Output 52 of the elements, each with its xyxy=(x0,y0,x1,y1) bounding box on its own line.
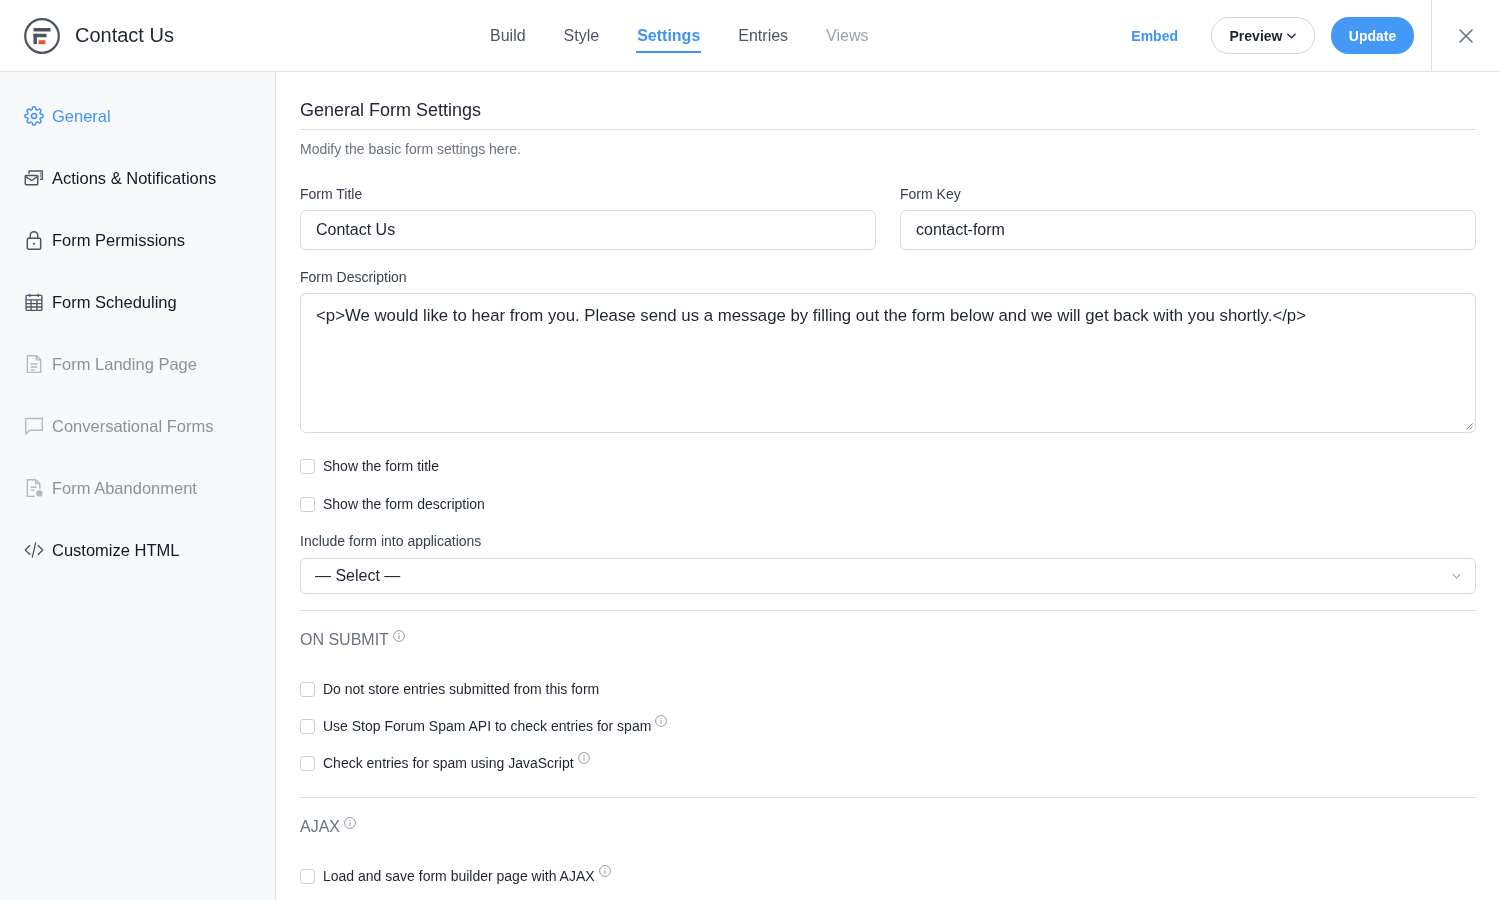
speech-bubble-icon xyxy=(24,416,44,436)
checkbox-label: Do not store entries submitted from this form xyxy=(323,681,600,697)
info-icon[interactable] xyxy=(655,715,668,727)
section-title: General Form Settings xyxy=(300,98,1476,130)
checkbox-label: Check entries for spam using JavaScript xyxy=(323,755,574,771)
info-icon[interactable] xyxy=(598,865,611,877)
sidebar-item[interactable]: Form Permissions xyxy=(0,209,275,271)
sidebar-item[interactable]: Actions & Notifications xyxy=(0,147,275,209)
section-heading: AJAX xyxy=(300,817,340,837)
document-icon xyxy=(24,354,44,374)
calendar-icon xyxy=(24,292,44,312)
form-title: Contact Us xyxy=(75,24,174,47)
field-label: Form Title xyxy=(300,185,364,204)
close-button[interactable] xyxy=(1459,28,1473,43)
description-field[interactable]: <p>We would like to hear from you. Please send us a message by filling out the form below and we will get back with you shortly.</p> xyxy=(300,293,1476,433)
caret-icon xyxy=(1287,32,1297,39)
close-icon xyxy=(1459,28,1473,43)
info-icon[interactable] xyxy=(392,630,405,642)
document-icon xyxy=(24,478,44,498)
section-heading: ON SUBMIT xyxy=(300,630,389,650)
checkbox[interactable] xyxy=(300,868,315,884)
field-label: Form Description xyxy=(300,268,408,287)
padlock-icon xyxy=(24,230,44,250)
preview-button[interactable]: Preview xyxy=(1211,17,1315,54)
text-field[interactable]: Contact Us xyxy=(300,210,876,250)
resize-handle-icon[interactable] xyxy=(1465,422,1473,430)
checkbox[interactable] xyxy=(300,681,315,697)
gear-icon xyxy=(24,106,44,126)
chevron-icon xyxy=(1452,573,1461,579)
envelope-icon xyxy=(24,168,44,188)
tab[interactable]: Style xyxy=(562,18,601,53)
tab[interactable]: Entries xyxy=(737,18,790,53)
field-label: Form Key xyxy=(900,185,962,204)
section-subtitle: Modify the basic form settings here. xyxy=(300,140,522,159)
code-icon xyxy=(24,540,44,560)
checkbox-label: Use Stop Forum Spam API to check entries for spam xyxy=(323,718,652,734)
field-label: Include form into applications xyxy=(300,532,483,551)
checkbox[interactable] xyxy=(300,496,315,512)
checkbox-label: Show the form title xyxy=(323,458,439,474)
select-field[interactable]: — Select — xyxy=(300,558,1476,594)
text-field[interactable]: contact-form xyxy=(900,210,1476,250)
tab[interactable]: Build xyxy=(489,18,527,53)
checkbox[interactable] xyxy=(300,755,315,771)
checkbox[interactable] xyxy=(300,458,315,474)
info-icon[interactable] xyxy=(344,817,356,829)
logo-icon xyxy=(24,17,60,54)
checkbox-label: Show the form description xyxy=(323,496,485,512)
info-icon[interactable] xyxy=(577,752,590,764)
checkbox[interactable] xyxy=(300,718,315,734)
checkbox-label: Load and save form builder page with AJAX xyxy=(323,868,595,884)
sidebar-item[interactable]: Form Scheduling xyxy=(0,271,275,333)
sidebar-item[interactable]: Customize HTML xyxy=(0,519,275,581)
